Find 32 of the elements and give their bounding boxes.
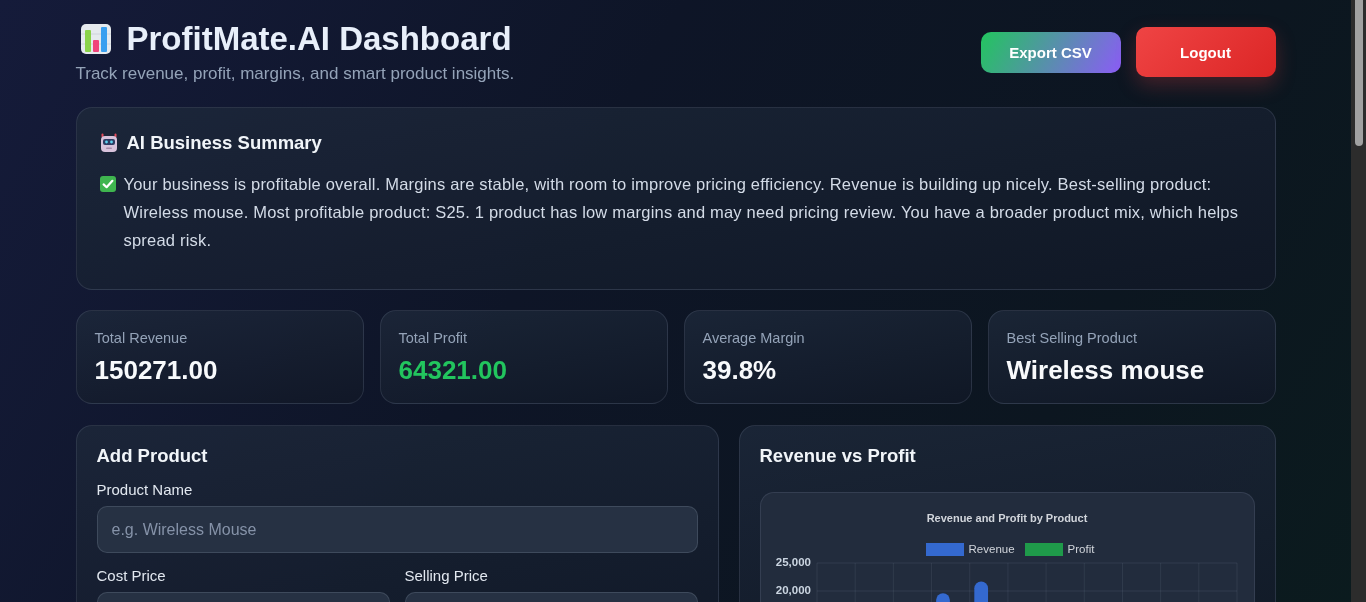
- robot-icon: [99, 133, 118, 153]
- page-title: ProfitMate.AI Dashboard: [126, 20, 512, 58]
- field-label: Selling Price: [404, 566, 489, 586]
- legend-label: Profit: [1067, 543, 1095, 556]
- logout-button[interactable]: Logout: [1135, 27, 1276, 77]
- card-title: AI Business Summary: [126, 131, 322, 155]
- scrollbar-thumb[interactable]: [1354, 0, 1363, 146]
- stat-value: 39.8%: [702, 354, 778, 386]
- y-axis-label: 20,000: [775, 584, 811, 597]
- stat-value: Wireless mouse: [1006, 354, 1206, 386]
- stat-label: Total Profit: [398, 329, 468, 348]
- field-label: Cost Price: [96, 566, 167, 586]
- revenue-bar: [973, 581, 988, 602]
- page-subtitle: Track revenue, profit, margins, and smart product insights.: [75, 64, 515, 84]
- export-button[interactable]: Export CSV: [980, 31, 1121, 73]
- input-field[interactable]: e.g. Wireless Mouse: [96, 506, 698, 553]
- stat-label: Average Margin: [702, 329, 806, 348]
- revenue-bar: [935, 593, 950, 602]
- y-axis-label: 25,000: [775, 556, 811, 569]
- legend-label: Revenue: [968, 543, 1015, 556]
- scrollbar[interactable]: [1351, 0, 1366, 602]
- card-title: Revenue vs Profit: [759, 444, 917, 468]
- check-icon: [99, 176, 116, 192]
- chart-title: Revenue and Profit by Product: [925, 512, 1089, 525]
- stat-label: Total Revenue: [94, 329, 189, 348]
- stat-value: 64321.00: [398, 354, 508, 386]
- bar-chart-icon: [79, 23, 112, 55]
- summary-text: Your business is profitable overall. Margins are stable, with room to improve pricing efficiency. Revenue is building up nicely. Best-selling product: Wireless mouse. Most profitable product: S25. 1 product has low margins and may need pricing review. You have a broader product mix, which helps spread risk.: [123, 174, 1240, 251]
- field-label: Product Name: [96, 480, 194, 500]
- stat-label: Best Selling Product: [1006, 329, 1139, 348]
- stat-value: 150271.00: [94, 354, 219, 386]
- card-title: Add Product: [96, 444, 209, 468]
